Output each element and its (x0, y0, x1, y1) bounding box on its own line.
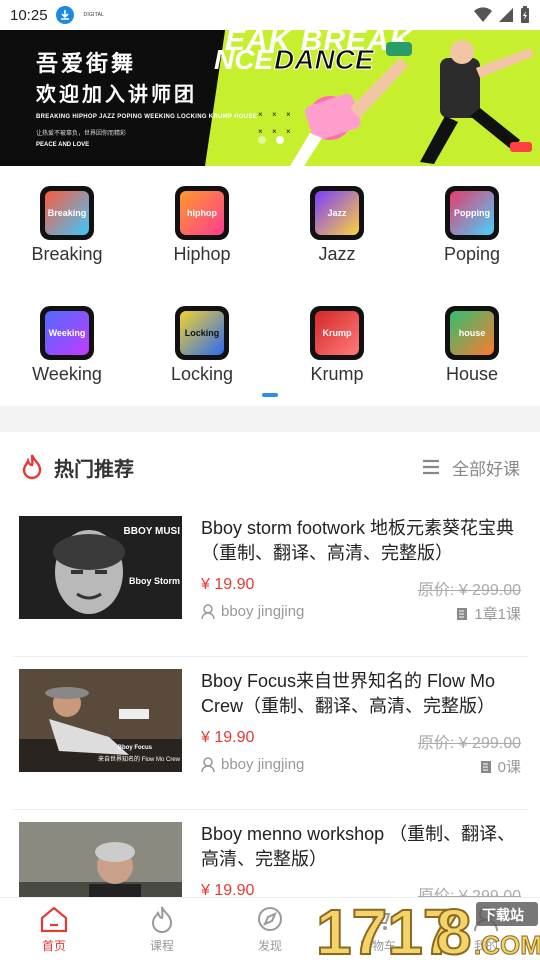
category-jazz[interactable]: Jazz Jazz (282, 186, 392, 265)
course-title: Bboy storm footwork 地板元素葵花宝典（重制、翻译、高清、完整… (201, 518, 515, 563)
category-label: Weeking (32, 364, 102, 384)
weeking-icon: Weeking (40, 306, 94, 360)
category-locking[interactable]: Locking Locking (147, 306, 257, 385)
category-label: Poping (443, 244, 501, 264)
tab-label: 购物车 (359, 938, 396, 953)
course-chapters: 0课 (480, 756, 521, 777)
banner-graffiti-text-2: NCE (214, 44, 274, 75)
course-item[interactable]: Bboy Focus 来自世界知名的 Flow Mo Crew Bboy Foc… (0, 657, 540, 810)
course-thumbnail: Bboy Focus 来自世界知名的 Flow Mo Crew (19, 669, 182, 772)
category-label: Hiphop (173, 244, 231, 264)
category-label: Krump (310, 364, 364, 384)
banner-decoration: × × × × × × (258, 110, 291, 136)
course-price: ¥ 19.90 (201, 576, 255, 593)
course-original-price: 原价: ¥ 299.00 (417, 735, 521, 752)
banner-slogan: 让热爱不被辜负，世界因你而精彩 (36, 131, 127, 137)
user-icon (201, 756, 215, 772)
notification-mini-text: DIGITAL (83, 12, 105, 18)
course-thumbnail: BBOY MUSI Bboy Storm (19, 516, 182, 619)
category-krump[interactable]: Krump Krump (282, 306, 392, 385)
flame-icon (151, 906, 173, 933)
banner-styles-line: BREAKING HIPHOP JAZZ POPING WEEKING LOCK… (36, 114, 257, 120)
section-divider (0, 406, 540, 432)
course-title: Bboy Focus来自世界知名的 Flow Mo Crew（重制、翻译、高清、… (201, 671, 496, 716)
wifi-icon (474, 7, 492, 23)
bottom-tab-bar: 首页 课程 发现 购物车 我的 (0, 897, 540, 960)
breaking-icon: Breaking (40, 186, 94, 240)
compass-icon (258, 906, 282, 931)
chapter-count: 0课 (497, 759, 521, 776)
user-icon (201, 603, 215, 619)
course-author: bboy jingjing (201, 756, 304, 773)
home-icon (40, 906, 68, 932)
hiphop-icon: hiphop (175, 186, 229, 240)
tab-label: 首页 (41, 938, 66, 953)
thumbnail-caption: BBOY MUSI (123, 526, 181, 537)
category-poping[interactable]: Popping Poping (417, 186, 527, 265)
course-title: Bboy menno workshop （重制、翻译、高清、完整版） (201, 824, 516, 869)
tab-courses[interactable]: 课程 (108, 898, 216, 960)
category-weeking[interactable]: Weeking Weeking (12, 306, 122, 385)
course-original-price: 原价: ¥ 299.00 (417, 888, 521, 897)
category-grid: Breaking Breaking hiphop Hiphop Jazz Jaz… (0, 166, 540, 406)
krump-icon: Krump (310, 306, 364, 360)
user-icon (474, 906, 498, 931)
category-hiphop[interactable]: hiphop Hiphop (147, 186, 257, 265)
flame-icon (22, 454, 42, 480)
course-price: ¥ 19.90 (201, 729, 255, 746)
course-item[interactable]: BBOY MUSI Bboy Storm Bboy storm footwork… (0, 504, 540, 657)
category-label: Jazz (318, 244, 356, 264)
banner-title: 吾爱街舞 (36, 51, 137, 77)
category-page-indicator (262, 393, 278, 397)
chapter-count: 1章1课 (474, 606, 521, 623)
tab-discover[interactable]: 发现 (216, 898, 324, 960)
status-bar: 10:25 DIGITAL (0, 0, 540, 30)
cart-icon (367, 908, 391, 930)
book-icon (480, 760, 491, 773)
section-title: 热门推荐 (54, 458, 134, 481)
course-chapters: 1章1课 (456, 603, 521, 624)
author-name: bboy jingjing (221, 756, 305, 773)
course-price: ¥ 19.90 (201, 882, 255, 897)
hot-section-header: 热门推荐 全部好课 (0, 432, 540, 502)
book-icon (457, 607, 468, 620)
dancer-illustration (290, 40, 534, 166)
battery-icon (521, 6, 529, 23)
tab-profile[interactable]: 我的 (432, 898, 540, 960)
poping-icon: Popping (445, 186, 499, 240)
tab-cart[interactable]: 购物车 (324, 898, 432, 960)
category-label: House (445, 364, 499, 384)
promo-banner[interactable]: EAK BREAK NCE DANCE 吾爱街舞 欢迎加入讲师团 BREAKIN… (0, 30, 540, 166)
course-item[interactable]: Bboy menno workshop （重制、翻译、高清、完整版） ¥ 19.… (0, 810, 540, 897)
tab-label: 我的 (473, 938, 498, 953)
signal-icon (499, 8, 513, 22)
download-notification-icon (55, 6, 74, 24)
category-house[interactable]: house House (417, 306, 527, 385)
clock: 10:25 (10, 6, 48, 24)
tab-label: 发现 (257, 938, 282, 953)
banner-peace: PEACE AND LOVE (36, 142, 90, 148)
thumbnail-subcaption: Bboy Storm (128, 576, 180, 586)
tab-home[interactable]: 首页 (0, 898, 108, 960)
category-label: Locking (170, 364, 234, 384)
pager-dot-active (276, 136, 284, 144)
banner-subtitle: 欢迎加入讲师团 (36, 82, 197, 106)
list-icon (423, 459, 439, 475)
jazz-icon: Jazz (310, 186, 364, 240)
all-courses-label: 全部好课 (452, 459, 520, 479)
tab-label: 课程 (149, 938, 174, 953)
course-original-price: 原价: ¥ 299.00 (417, 582, 521, 599)
locking-icon: Locking (175, 306, 229, 360)
category-label: Breaking (31, 244, 103, 264)
all-courses-link[interactable]: 全部好课 (422, 455, 520, 480)
thumbnail-subcaption: 来自世界知名的 Flow Mo Crew (97, 757, 180, 763)
house-icon: house (445, 306, 499, 360)
thumbnail-caption: Bboy Focus (117, 745, 152, 751)
category-breaking[interactable]: Breaking Breaking (12, 186, 122, 265)
author-name: bboy jingjing (221, 603, 305, 620)
course-thumbnail (19, 822, 182, 897)
course-author: bboy jingjing (201, 603, 304, 620)
pager-dot (258, 136, 266, 144)
banner-pager (258, 136, 284, 144)
